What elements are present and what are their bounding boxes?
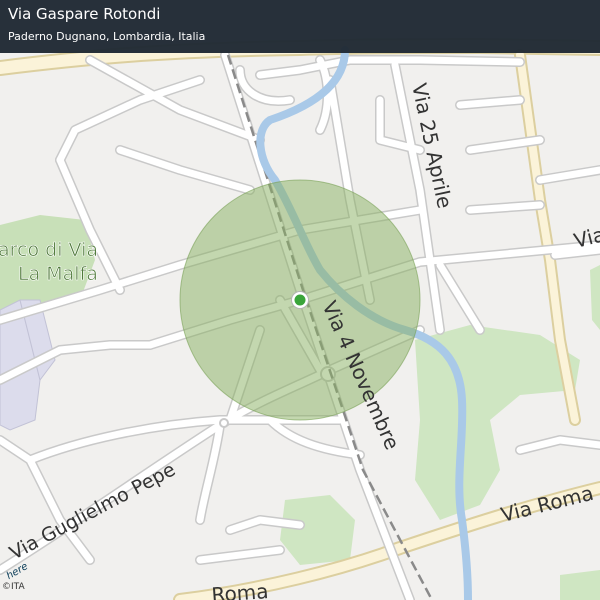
label-parco-line1: arco di Via	[0, 239, 98, 261]
location-subtitle: Paderno Dugnano, Lombardia, Italia	[8, 30, 206, 43]
location-header: Via Gaspare Rotondi Paderno Dugnano, Lom…	[0, 0, 600, 53]
label-roma-south: Roma	[211, 579, 270, 600]
label-parco-line2: La Malfa	[18, 263, 98, 285]
map-attribution: ©ITA	[2, 582, 25, 592]
location-title: Via Gaspare Rotondi	[8, 5, 161, 23]
location-dot-icon[interactable]	[291, 291, 309, 309]
map-canvas[interactable]: Via 25 Aprile Via 4 Novembre Via Gugliel…	[0, 0, 600, 600]
